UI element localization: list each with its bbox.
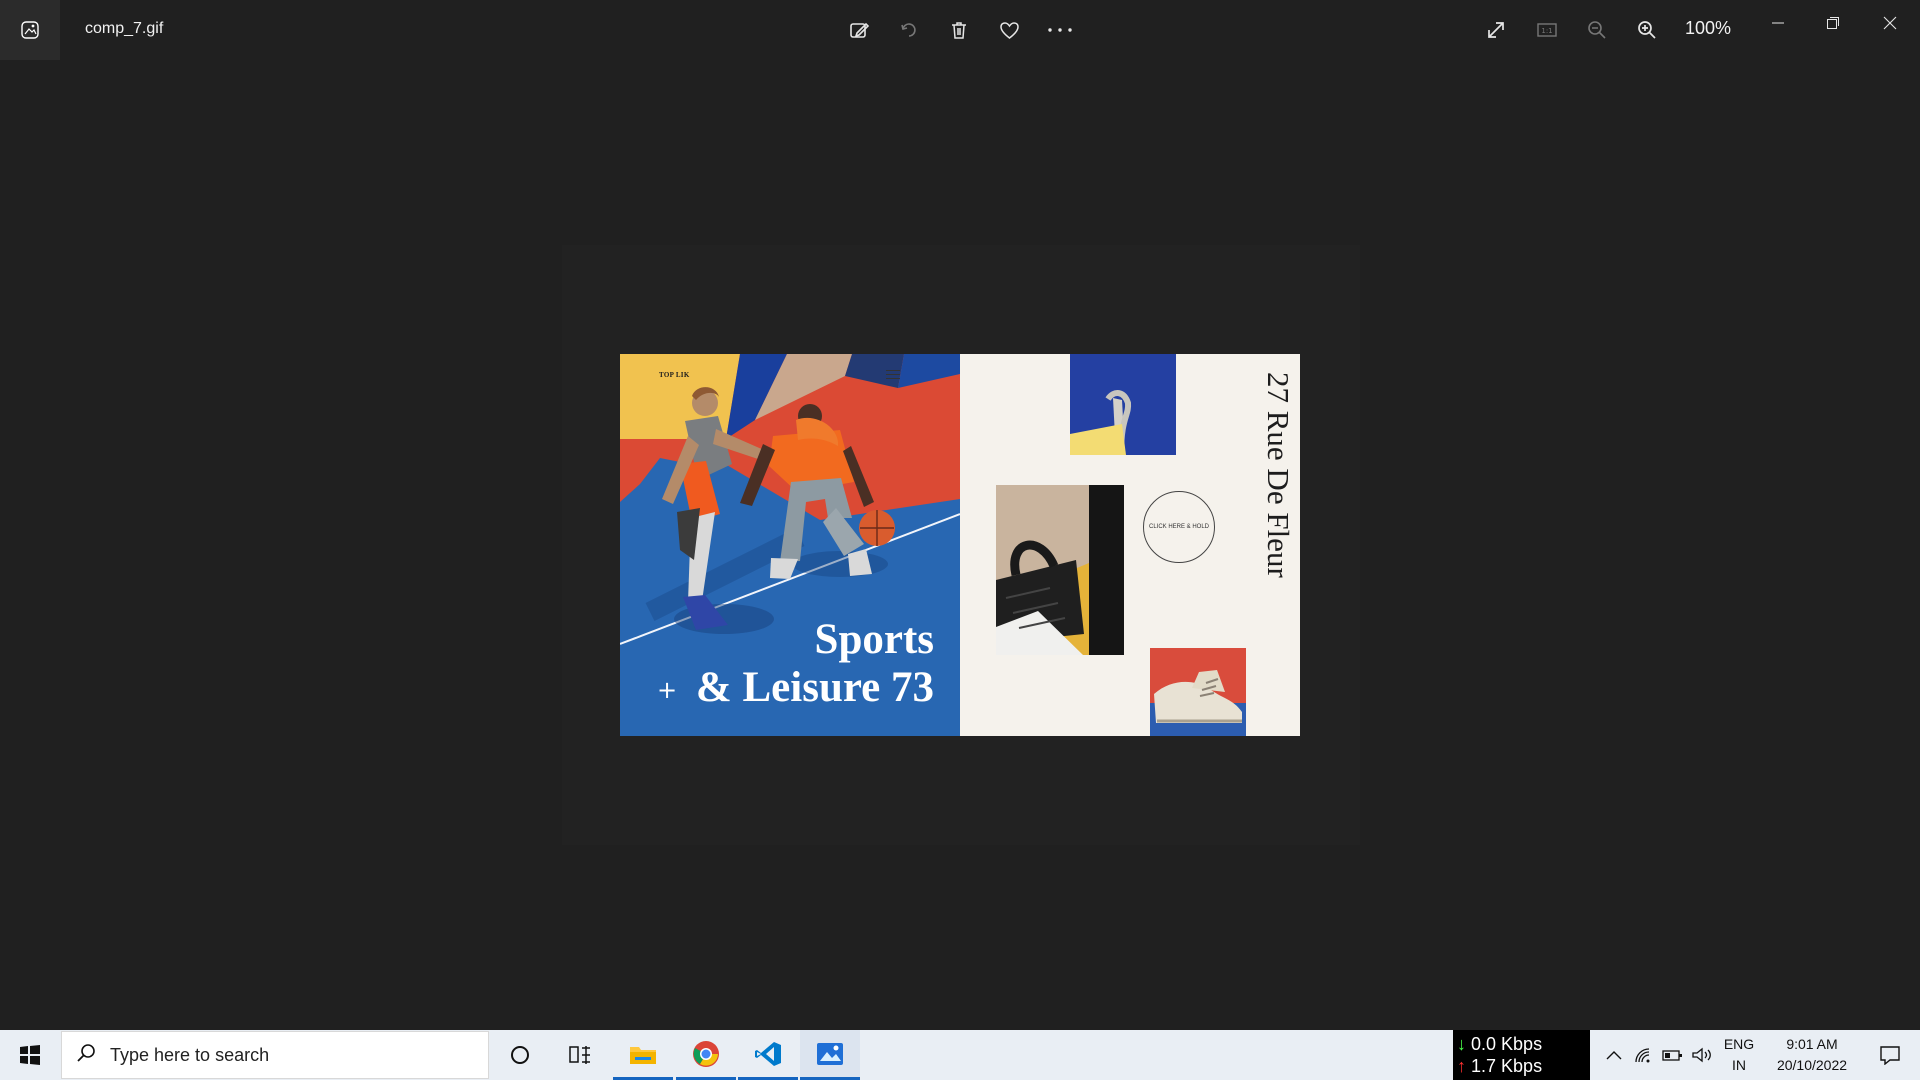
fullscreen-icon[interactable] bbox=[1480, 14, 1512, 46]
cortana-icon[interactable] bbox=[490, 1030, 550, 1080]
headline-line-1: Sports bbox=[814, 616, 934, 663]
search-icon bbox=[76, 1043, 96, 1068]
download-arrow-icon: ↓ bbox=[1457, 1034, 1466, 1054]
show-hidden-icons-chevron-icon[interactable] bbox=[1602, 1030, 1626, 1080]
task-view-icon[interactable] bbox=[550, 1030, 610, 1080]
notification-center-icon[interactable] bbox=[1860, 1030, 1920, 1080]
file-title: comp_7.gif bbox=[85, 20, 164, 37]
address-vertical-text: 27 Rue De Fleur bbox=[1261, 372, 1296, 578]
windows-start-icon[interactable] bbox=[0, 1030, 60, 1080]
volume-icon[interactable] bbox=[1689, 1030, 1715, 1080]
file-explorer-icon[interactable] bbox=[613, 1030, 673, 1080]
headline-line-2: & Leisure 73 bbox=[695, 664, 934, 711]
minimize-icon[interactable] bbox=[1755, 8, 1801, 38]
upload-speed: 1.7 Kbps bbox=[1471, 1056, 1543, 1076]
vscode-icon[interactable] bbox=[738, 1030, 798, 1080]
time-text: 9:01 AM bbox=[1786, 1036, 1838, 1052]
taskbar: Type here to search ↓ 0.0 Kbps ↑ 1.7 Kbp… bbox=[0, 1030, 1920, 1080]
close-icon[interactable] bbox=[1867, 8, 1913, 38]
photos-app-icon[interactable] bbox=[0, 0, 60, 60]
region-code: IN bbox=[1732, 1057, 1746, 1073]
network-speed-widget: ↓ 0.0 Kbps ↑ 1.7 Kbps bbox=[1453, 1030, 1590, 1080]
plus-icon: + bbox=[657, 676, 678, 704]
edit-image-icon[interactable] bbox=[843, 14, 875, 46]
zoom-in-icon[interactable] bbox=[1631, 14, 1663, 46]
zoom-out-icon[interactable] bbox=[1581, 14, 1613, 46]
hamburger-menu-icon bbox=[886, 370, 900, 379]
battery-icon[interactable] bbox=[1660, 1030, 1684, 1080]
search-placeholder: Type here to search bbox=[110, 1044, 270, 1065]
taskbar-search-box[interactable]: Type here to search bbox=[61, 1031, 489, 1079]
actual-size-icon[interactable]: 1:1 bbox=[1531, 14, 1563, 46]
date-text: 20/10/2022 bbox=[1776, 1057, 1848, 1073]
upload-arrow-icon: ↑ bbox=[1457, 1056, 1466, 1076]
language-code: ENG bbox=[1723, 1036, 1755, 1052]
delete-icon[interactable] bbox=[943, 14, 975, 46]
chrome-icon[interactable] bbox=[676, 1030, 736, 1080]
shoe-photo bbox=[1150, 648, 1246, 736]
zoom-level[interactable]: 100% bbox=[1685, 18, 1731, 39]
svg-text:1:1: 1:1 bbox=[1541, 27, 1552, 35]
brand-logo: TOP LIK bbox=[659, 371, 690, 379]
title-bar: comp_7.gif 1:1 100% bbox=[0, 0, 1920, 60]
download-speed: 0.0 Kbps bbox=[1471, 1034, 1543, 1054]
headline: Sports & Leisure 73 bbox=[696, 616, 934, 712]
more-options-icon[interactable] bbox=[1044, 14, 1076, 46]
click-hold-circle: CLICK HERE & HOLD bbox=[1143, 491, 1215, 563]
basketball-photo: TOP LIK Sports & Leisure 73 + bbox=[620, 354, 960, 736]
favorite-heart-icon[interactable] bbox=[993, 14, 1025, 46]
rotate-icon[interactable] bbox=[893, 14, 925, 46]
bag-photo bbox=[996, 485, 1124, 655]
input-language[interactable]: ENG IN bbox=[1721, 1034, 1757, 1076]
wifi-icon[interactable] bbox=[1631, 1030, 1655, 1080]
displayed-image[interactable]: TOP LIK Sports & Leisure 73 + CLICK HERE… bbox=[620, 354, 1300, 736]
photos-taskbar-icon[interactable] bbox=[800, 1030, 860, 1080]
top-product-photo bbox=[1070, 354, 1176, 455]
restore-icon[interactable] bbox=[1810, 8, 1856, 38]
clock[interactable]: 9:01 AM 20/10/2022 bbox=[1765, 1034, 1859, 1076]
photos-app-window: comp_7.gif 1:1 100% TOP LIK Sports & Lei… bbox=[0, 0, 1920, 1030]
